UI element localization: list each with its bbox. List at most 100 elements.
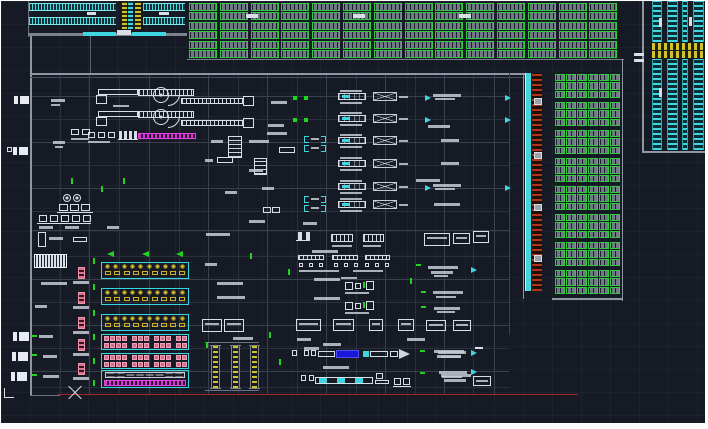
machine-label (340, 198, 362, 200)
labeled-room-box (202, 319, 222, 332)
rack-cap (230, 388, 241, 389)
annotation-text (51, 99, 65, 102)
white-marker-dash (459, 14, 471, 18)
wall-cyan-segment (132, 32, 166, 36)
green-tick-marker (93, 334, 95, 340)
grid-line-horizontal (31, 230, 509, 231)
green-storage-module (577, 222, 587, 229)
green-storage-module (599, 203, 609, 210)
assembly-cyan-chip (337, 378, 345, 383)
green-storage-module (528, 22, 556, 30)
green-storage-module (566, 222, 576, 229)
green-tick-marker (420, 372, 425, 374)
green-storage-module (599, 242, 609, 249)
pink-bench-symbol (132, 343, 137, 348)
white-marker-dash (117, 30, 131, 35)
green-storage-module (566, 74, 576, 81)
green-storage-module (435, 22, 463, 30)
yellow-desk-symbol (105, 271, 111, 275)
pink-bench-symbol (110, 343, 115, 348)
green-storage-module (497, 22, 525, 30)
green-storage-module (466, 41, 494, 49)
green-storage-module (281, 12, 309, 20)
green-storage-module (466, 31, 494, 39)
yellow-desk-symbol (105, 323, 111, 327)
green-storage-module (589, 12, 617, 20)
green-storage-module (577, 250, 587, 257)
green-storage-module (610, 147, 620, 154)
green-storage-module (189, 12, 217, 20)
green-storage-module (559, 41, 587, 49)
white-marker-dash (689, 17, 692, 26)
annotation-text (416, 179, 440, 182)
green-storage-module (555, 158, 565, 165)
grid-line-vertical (89, 73, 90, 395)
yellow-seat-symbol (130, 264, 135, 269)
vertical-machine-block (228, 136, 242, 158)
assembly-cyan-chip (355, 378, 363, 383)
machine-label (340, 210, 362, 212)
green-tick-marker (93, 258, 95, 264)
equipment-outline (263, 207, 271, 213)
wall-line (552, 298, 622, 300)
green-storage-module (599, 186, 609, 193)
rack-rail (258, 346, 259, 388)
machine-label (340, 146, 362, 148)
hatch-strip-door (534, 255, 542, 262)
green-storage-module (435, 50, 463, 58)
pink-bench-symbol (122, 362, 127, 367)
green-storage-module (589, 31, 617, 39)
equipment-outline (370, 351, 388, 357)
pink-bench-symbol (160, 362, 165, 367)
green-storage-module (566, 203, 576, 210)
green-storage-module (189, 22, 217, 30)
pink-bench-symbol (144, 343, 149, 348)
green-storage-module (251, 3, 279, 11)
annotation-text (249, 169, 263, 172)
green-storage-module (555, 259, 565, 266)
green-arrow-icon (107, 251, 114, 257)
green-tick-marker (363, 302, 365, 308)
green-storage-module (610, 110, 620, 117)
green-storage-module (599, 222, 609, 229)
green-storage-module (497, 50, 525, 58)
labeled-room-box (224, 319, 244, 332)
green-storage-module (343, 41, 371, 49)
green-storage-module (588, 203, 598, 210)
yellow-seat-symbol (130, 290, 135, 295)
green-storage-module (189, 50, 217, 58)
green-storage-module (405, 50, 433, 58)
equipment-outline (366, 281, 374, 290)
white-marker-dash (246, 14, 258, 18)
baseline (37, 223, 91, 224)
green-storage-module (555, 270, 565, 277)
conveyor-end-square (243, 96, 254, 106)
green-storage-module (528, 31, 556, 39)
yellow-dash-rack (252, 346, 257, 388)
pink-bench-symbol (132, 362, 137, 367)
green-storage-module (189, 31, 217, 39)
room-box-label (227, 323, 241, 325)
annotation-text (113, 105, 129, 107)
machine-cyan-chip (342, 139, 350, 142)
green-storage-module (555, 102, 565, 109)
cad-canvas[interactable] (1, 1, 705, 423)
pink-bench-symbol (166, 362, 171, 367)
machine-label (399, 163, 408, 165)
green-storage-module (220, 22, 248, 30)
green-storage-module (588, 158, 598, 165)
yellow-seat-symbol (155, 264, 160, 269)
green-storage-module (555, 231, 565, 238)
green-storage-module (555, 119, 565, 126)
machine-label (340, 124, 362, 126)
wall-line (205, 390, 259, 391)
yellow-desk-symbol (124, 323, 130, 327)
green-storage-module (599, 130, 609, 137)
green-storage-module (588, 175, 598, 182)
green-storage-module (343, 31, 371, 39)
wall-line (642, 1, 644, 153)
equipment-outline (81, 204, 90, 211)
pink-bench-symbol (138, 343, 143, 348)
green-storage-module (312, 50, 340, 58)
annotation-text (433, 94, 461, 97)
